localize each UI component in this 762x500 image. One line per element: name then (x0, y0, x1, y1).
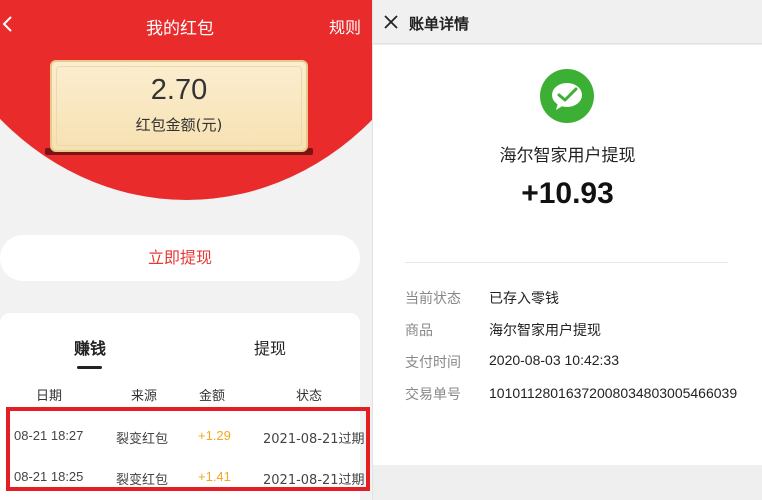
bill-top-bar: 账单详情 (373, 0, 762, 44)
bill-detail-screen: 账单详情 海尔智家用户提现 +10.93 当前状态 已存入零钱 商品 海尔智家用… (373, 0, 762, 500)
status-label: 当前状态 (405, 291, 461, 307)
tab-earn[interactable]: 赚钱 (74, 335, 106, 359)
pay-time-value: 2020-08-03 10:42:33 (489, 352, 619, 368)
rules-link[interactable]: 规则 (329, 14, 361, 38)
balance-card: 2.70 红包金额(元) (50, 60, 308, 152)
product-value: 海尔智家用户提现 (489, 323, 601, 339)
tab-withdraw[interactable]: 提现 (254, 335, 286, 359)
column-header-source: 来源 (131, 389, 158, 404)
trade-no-value: 10101128016372008034803005466039 (489, 385, 738, 401)
highlight-box (6, 407, 370, 491)
column-header-date: 日期 (36, 389, 63, 404)
bill-title: 账单详情 (409, 15, 470, 33)
status-value: 已存入零钱 (489, 291, 559, 307)
column-header-amount: 金额 (199, 389, 226, 404)
product-label: 商品 (405, 323, 433, 339)
withdraw-now-button[interactable]: 立即提现 (0, 235, 360, 281)
page-title: 我的红包 (146, 19, 214, 39)
column-header-status: 状态 (296, 389, 323, 404)
balance-amount: 2.70 (150, 74, 208, 106)
red-packet-screen: 我的红包 规则 2.70 红包金额(元) 立即提现 赚钱 提现 日期 来源 金额… (0, 0, 373, 500)
close-icon[interactable] (383, 14, 399, 30)
merchant-name: 海尔智家用户提现 (499, 146, 636, 166)
pay-time-label: 支付时间 (405, 355, 461, 371)
active-tab-indicator (77, 366, 102, 369)
bill-amount: +10.93 (521, 177, 614, 210)
top-bar: 我的红包 规则 (0, 0, 373, 48)
bill-body: 海尔智家用户提现 +10.93 当前状态 已存入零钱 商品 海尔智家用户提现 支… (373, 45, 762, 465)
detail-separator (405, 262, 728, 263)
trade-no-label: 交易单号 (405, 387, 461, 403)
balance-label: 红包金额(元) (135, 116, 223, 134)
wechat-pay-icon (540, 69, 594, 123)
